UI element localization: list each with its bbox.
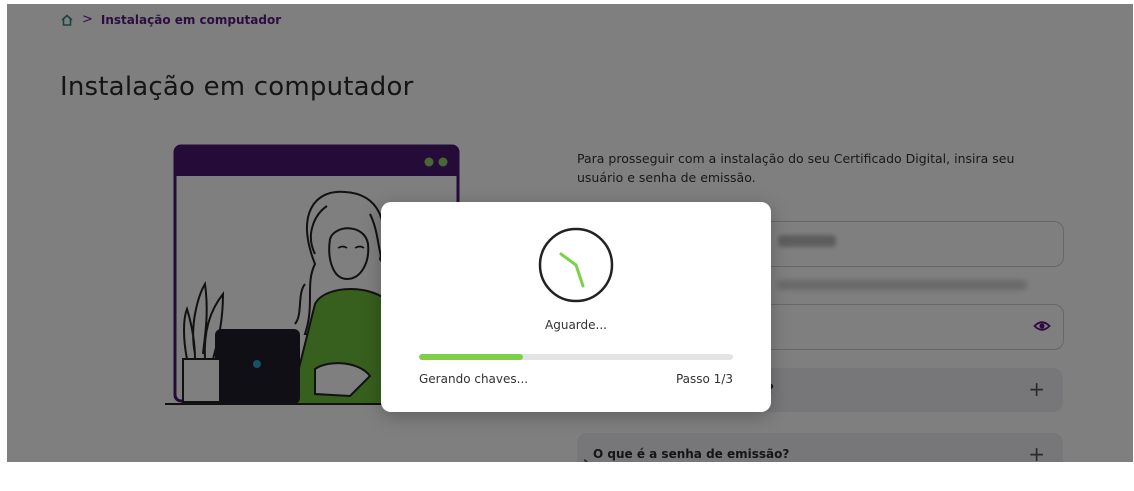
mouse-cursor-icon xyxy=(584,459,589,462)
clock-icon xyxy=(538,227,614,303)
page-frame: > Instalação em computador Instalação em… xyxy=(7,4,1133,462)
progress-status: Gerando chaves... xyxy=(419,372,529,386)
progress-bar xyxy=(419,354,733,360)
loading-dialog: Aguarde... Gerando chaves... Passo 1/3 xyxy=(381,202,771,412)
progress-step: Passo 1/3 xyxy=(675,372,733,386)
wait-message: Aguarde... xyxy=(545,318,607,332)
progress-fill xyxy=(419,354,523,360)
